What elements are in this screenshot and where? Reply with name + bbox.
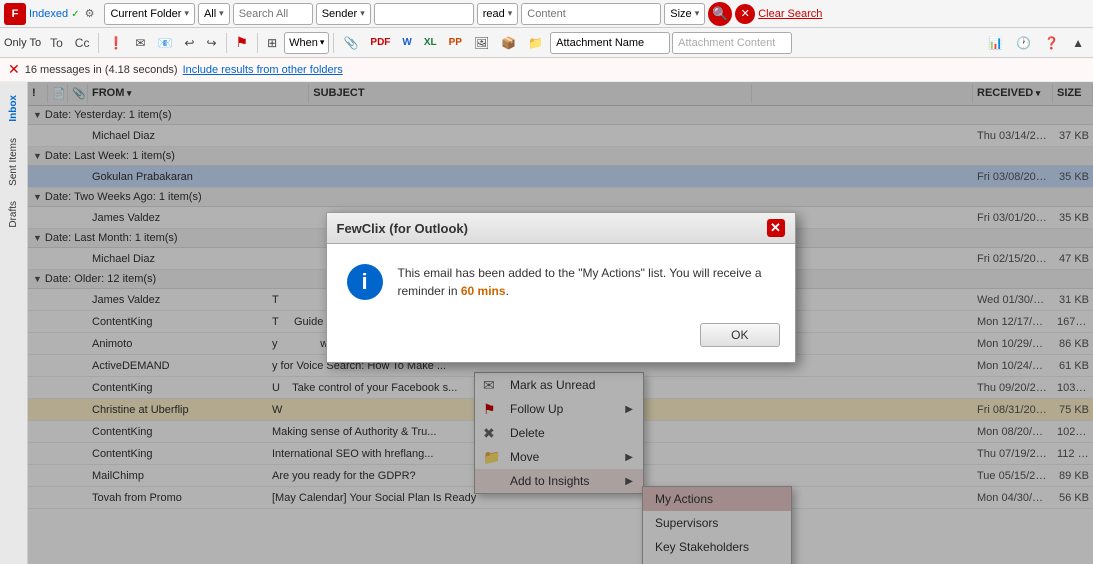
attachment-name-dropdown[interactable]: Attachment Name <box>550 32 670 54</box>
sidebar-item-sent[interactable]: Sent Items <box>6 130 21 194</box>
sender-value-field[interactable] <box>374 3 474 25</box>
pdf-icon-btn[interactable]: PDF <box>365 31 395 55</box>
dialog-footer: OK <box>327 315 795 362</box>
dialog-close-button[interactable]: ✕ <box>767 219 785 237</box>
folder-dropdown[interactable]: Current Folder <box>104 3 194 25</box>
forward-btn[interactable]: ↪ <box>201 31 221 55</box>
attach2-btn[interactable]: 📁 <box>523 31 548 55</box>
dialog-title-bar: FewClix (for Outlook) ✕ <box>327 213 795 244</box>
include-results-link[interactable]: Include results from other folders <box>183 64 343 76</box>
dialog-overlay: FewClix (for Outlook) ✕ i This email has… <box>28 82 1093 564</box>
email-icon-btn[interactable]: ✉ <box>130 31 150 55</box>
dialog-message-part1: This email has been added to the "My Act… <box>398 266 762 298</box>
when-dropdown[interactable]: When <box>284 32 329 54</box>
clear-button[interactable]: ✕ <box>735 4 755 24</box>
secondary-toolbar: Only To To Cc ❗ ✉ 📧 ↩ ↪ ⚑ ⊞ When 📎 PDF W… <box>0 28 1093 58</box>
main-area: Inbox Sent Items Drafts ! 📄 📎 FROM SUBJE… <box>0 82 1093 564</box>
collapse-btn[interactable]: ▲ <box>1067 31 1089 55</box>
word-icon-btn[interactable]: W <box>397 31 416 55</box>
attachment-icon-btn[interactable]: 📎 <box>338 31 363 55</box>
flag-btn[interactable]: ⚑ <box>231 31 254 55</box>
error-icon: ✕ <box>8 61 20 78</box>
attachment-content-field[interactable]: Attachment Content <box>672 32 792 54</box>
check-icon: ✓ <box>71 9 79 20</box>
dialog-message: This email has been added to the "My Act… <box>398 264 775 300</box>
only-to-label: Only To <box>4 37 41 49</box>
ppt-icon-btn[interactable]: PP <box>444 31 467 55</box>
more-attach-btn[interactable]: 📦 <box>496 31 521 55</box>
priority-high-btn[interactable]: ❗ <box>103 31 128 55</box>
content-input[interactable] <box>521 3 661 25</box>
dialog-message-part2: . <box>506 284 509 298</box>
indexed-status: Indexed ✓ <box>29 8 80 20</box>
chart-btn[interactable]: 📊 <box>983 31 1008 55</box>
help-btn[interactable]: ❓ <box>1039 31 1064 55</box>
main-toolbar: F Indexed ✓ ⚙ Current Folder All Sender … <box>0 0 1093 28</box>
sidebar-item-inbox[interactable]: Inbox <box>6 87 21 130</box>
result-count: 16 messages in (4.18 seconds) <box>25 64 178 76</box>
read-dropdown[interactable]: read <box>477 3 519 25</box>
to-btn[interactable]: To <box>45 31 68 55</box>
search-button[interactable]: 🔍 <box>708 2 732 26</box>
search-all-input[interactable] <box>233 3 313 25</box>
dialog-title-text: FewClix (for Outlook) <box>337 221 468 236</box>
excel-icon-btn[interactable]: XL <box>419 31 442 55</box>
cc-btn[interactable]: Cc <box>70 31 95 55</box>
dialog-body: i This email has been added to the "My A… <box>327 244 795 315</box>
dialog: FewClix (for Outlook) ✕ i This email has… <box>326 212 796 363</box>
info-icon: i <box>347 264 383 300</box>
all-dropdown[interactable]: All <box>198 3 230 25</box>
reply-btn[interactable]: ↩ <box>179 31 199 55</box>
sidebar-item-drafts[interactable]: Drafts <box>6 193 21 236</box>
dialog-highlight: 60 mins <box>461 284 506 298</box>
clock-btn[interactable]: 🕐 <box>1011 31 1036 55</box>
email-open-btn[interactable]: 📧 <box>152 31 177 55</box>
info-bar: ✕ 16 messages in (4.18 seconds) Include … <box>0 58 1093 82</box>
grid-view-btn[interactable]: ⊞ <box>262 31 282 55</box>
search-icon: 🔍 <box>712 6 728 22</box>
img-icon-btn[interactable]: 🖼 <box>469 31 494 55</box>
gear-icon[interactable]: ⚙ <box>85 7 95 20</box>
clear-search-link[interactable]: Clear Search <box>758 8 822 20</box>
sender-dropdown[interactable]: Sender <box>316 3 371 25</box>
ok-button[interactable]: OK <box>700 323 779 347</box>
sidebar: Inbox Sent Items Drafts <box>0 82 28 564</box>
size-dropdown[interactable]: Size <box>664 3 705 25</box>
app-logo: F <box>4 3 26 25</box>
email-list: ! 📄 📎 FROM SUBJECT RECEIVED SIZE ▼ Date:… <box>28 82 1093 564</box>
